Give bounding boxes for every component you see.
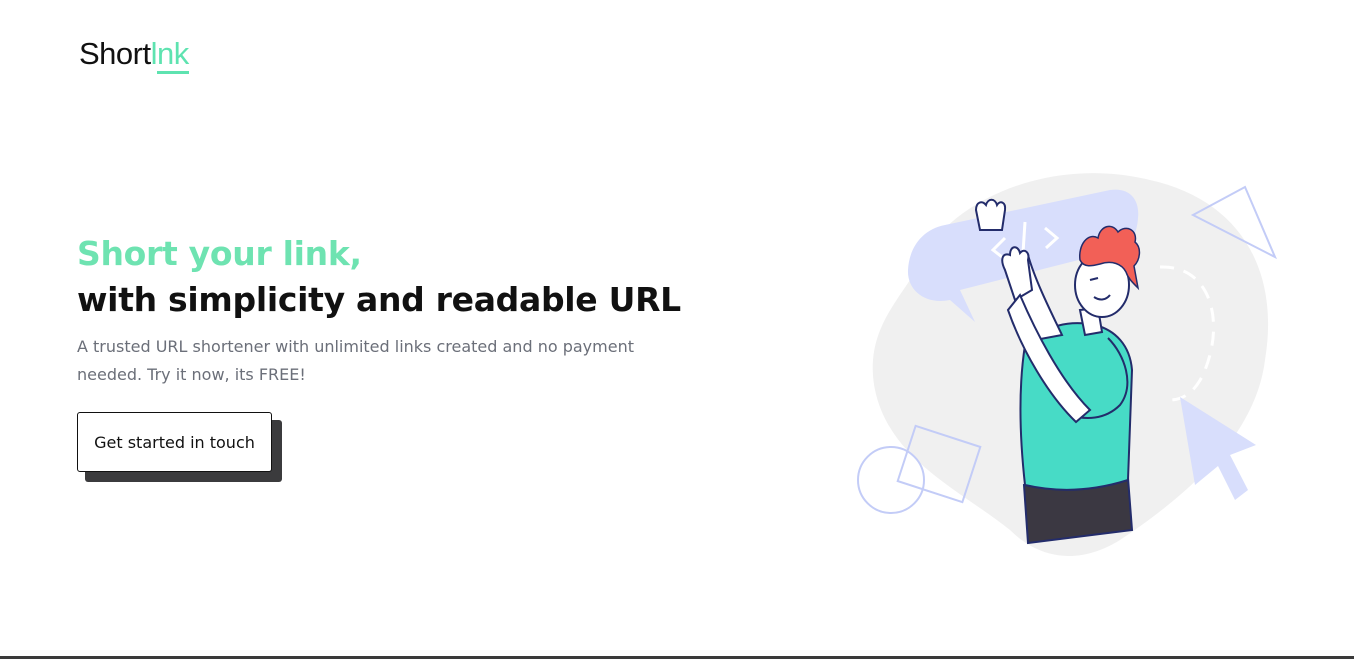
hero-description: A trusted URL shortener with unlimited l… xyxy=(77,337,634,384)
landing-page: Shortlnk Short your link, with simplicit… xyxy=(0,0,1354,659)
hero-title-accent: Short your link, xyxy=(77,234,362,273)
hero-section: Short your link, with simplicity and rea… xyxy=(77,232,697,389)
logo-text-short: Short xyxy=(79,36,151,71)
cta-container: Get started in touch xyxy=(77,412,282,482)
hero-title: with simplicity and readable URL xyxy=(77,280,681,319)
logo-text-nk: nk xyxy=(157,36,189,74)
hero-illustration xyxy=(857,173,1278,557)
get-started-button[interactable]: Get started in touch xyxy=(77,412,272,472)
logo[interactable]: Shortlnk xyxy=(79,34,189,74)
outline-circle xyxy=(857,446,925,514)
person-hand-top xyxy=(974,198,1007,231)
